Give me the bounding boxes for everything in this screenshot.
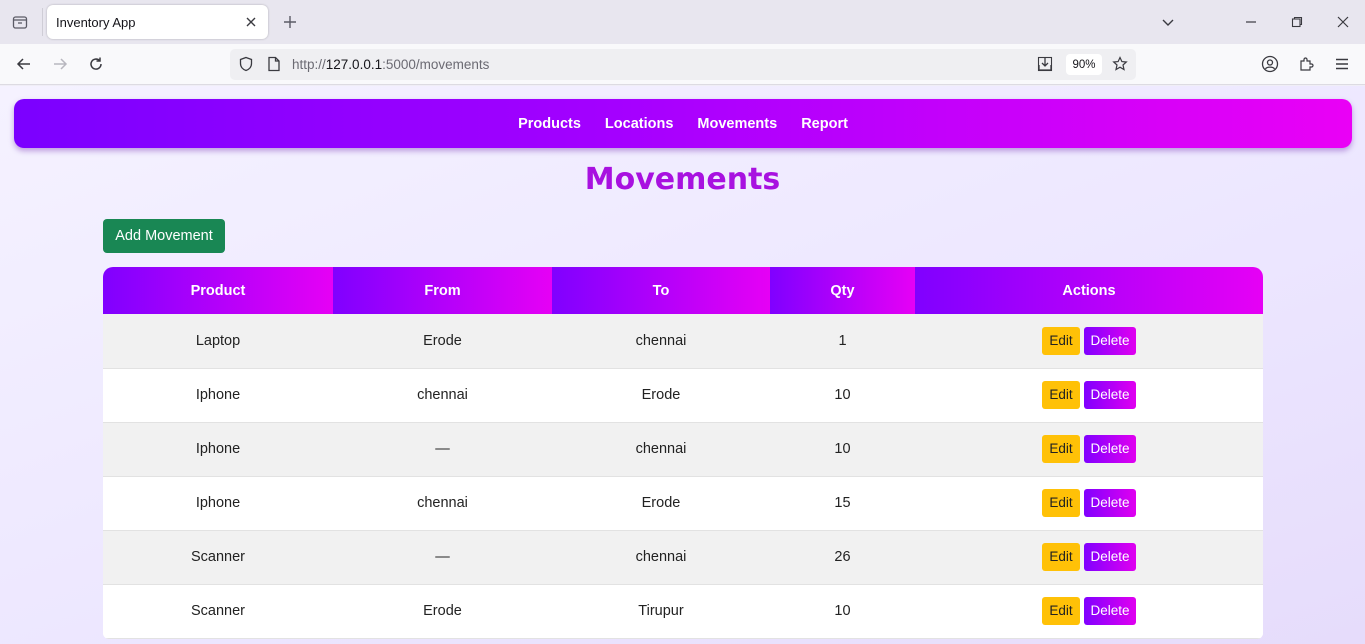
nav-link-products[interactable]: Products [506, 116, 593, 132]
cell-actions: Edit Delete [915, 476, 1263, 531]
cell-to: chennai [552, 314, 770, 369]
app-navbar: Products Locations Movements Report [14, 99, 1352, 148]
cell-qty: 10 [770, 368, 915, 423]
table-row: Iphone chennai Erode 15 Edit Delete [103, 476, 1263, 531]
column-header-to: To [552, 267, 770, 314]
delete-button[interactable]: Delete [1084, 381, 1136, 409]
nav-link-report[interactable]: Report [789, 116, 860, 132]
delete-button[interactable]: Delete [1084, 326, 1136, 355]
cell-actions: Edit Delete [915, 368, 1263, 423]
edit-button[interactable]: Edit [1042, 597, 1080, 625]
browser-toolbar: http://127.0.0.1:5000/movements 90% [0, 44, 1365, 85]
cell-qty: 10 [770, 422, 915, 477]
column-header-actions: Actions [915, 267, 1263, 314]
bookmark-star-icon[interactable] [1108, 52, 1132, 76]
cell-from: Erode [333, 584, 552, 639]
cell-qty: 26 [770, 530, 915, 585]
chevron-down-icon[interactable] [1156, 10, 1180, 34]
edit-button[interactable]: Edit [1042, 326, 1080, 355]
cell-from: chennai [333, 368, 552, 423]
menu-icon[interactable] [1330, 52, 1354, 76]
account-icon[interactable] [1258, 52, 1282, 76]
cell-product: Iphone [103, 368, 333, 423]
forward-arrow-icon[interactable] [48, 52, 72, 76]
cell-actions: Edit Delete [915, 584, 1263, 639]
delete-button[interactable]: Delete [1084, 489, 1136, 517]
cell-actions: Edit Delete [915, 422, 1263, 477]
nav-link-movements[interactable]: Movements [685, 116, 789, 132]
close-tab-icon[interactable] [242, 13, 260, 31]
zoom-level-badge[interactable]: 90% [1066, 54, 1102, 75]
delete-button[interactable]: Delete [1084, 543, 1136, 571]
cell-actions: Edit Delete [915, 530, 1263, 585]
page-info-icon[interactable] [262, 52, 286, 76]
cell-product: Iphone [103, 422, 333, 477]
nav-link-locations[interactable]: Locations [593, 116, 685, 132]
edit-button[interactable]: Edit [1042, 435, 1080, 463]
delete-button[interactable]: Delete [1084, 597, 1136, 625]
cell-qty: 10 [770, 584, 915, 639]
add-movement-button[interactable]: Add Movement [103, 219, 225, 253]
cell-product: Iphone [103, 476, 333, 531]
cell-from: chennai [333, 476, 552, 531]
cell-to: chennai [552, 422, 770, 477]
table-row: Scanner Erode Tirupur 10 Edit Delete [103, 584, 1263, 639]
cell-qty: 1 [770, 314, 915, 369]
page-body: Products Locations Movements Report Move… [0, 86, 1365, 644]
cell-actions: Edit Delete [915, 314, 1263, 369]
url-text[interactable]: http://127.0.0.1:5000/movements [292, 57, 489, 72]
cell-to: Erode [552, 476, 770, 531]
shield-icon[interactable] [234, 52, 258, 76]
new-tab-icon[interactable] [279, 11, 301, 33]
column-header-from: From [333, 267, 552, 314]
cell-from: Erode [333, 314, 552, 369]
extensions-icon[interactable] [1294, 52, 1318, 76]
restore-icon[interactable] [1285, 10, 1309, 34]
cell-qty: 15 [770, 476, 915, 531]
cell-to: Tirupur [552, 584, 770, 639]
column-header-qty: Qty [770, 267, 915, 314]
cell-to: Erode [552, 368, 770, 423]
tab-list-icon[interactable] [8, 10, 32, 34]
reload-icon[interactable] [84, 52, 108, 76]
cell-product: Scanner [103, 530, 333, 585]
edit-button[interactable]: Edit [1042, 543, 1080, 571]
edit-button[interactable]: Edit [1042, 489, 1080, 517]
cell-from: — [333, 530, 552, 585]
tab-separator [42, 8, 43, 36]
movements-table: Product From To Qty Actions Laptop Erode… [103, 267, 1263, 639]
browser-tab[interactable]: Inventory App [47, 5, 268, 39]
download-icon[interactable] [1033, 52, 1057, 76]
cell-from: — [333, 422, 552, 477]
table-row: Scanner — chennai 26 Edit Delete [103, 530, 1263, 585]
page-title: Movements [584, 162, 781, 197]
table-row: Iphone chennai Erode 10 Edit Delete [103, 368, 1263, 423]
cell-to: chennai [552, 530, 770, 585]
delete-button[interactable]: Delete [1084, 435, 1136, 463]
browser-tabstrip: Inventory App [0, 0, 1365, 44]
close-window-icon[interactable] [1331, 10, 1355, 34]
column-header-product: Product [103, 267, 333, 314]
table-row: Iphone — chennai 10 Edit Delete [103, 422, 1263, 477]
table-row: Laptop Erode chennai 1 Edit Delete [103, 314, 1263, 369]
tab-title: Inventory App [56, 15, 136, 30]
table-header-row: Product From To Qty Actions [103, 267, 1263, 314]
back-arrow-icon[interactable] [12, 52, 36, 76]
minimize-icon[interactable] [1239, 10, 1263, 34]
address-bar[interactable]: http://127.0.0.1:5000/movements 90% [230, 49, 1136, 80]
cell-product: Laptop [103, 314, 333, 369]
edit-button[interactable]: Edit [1042, 381, 1080, 409]
cell-product: Scanner [103, 584, 333, 639]
